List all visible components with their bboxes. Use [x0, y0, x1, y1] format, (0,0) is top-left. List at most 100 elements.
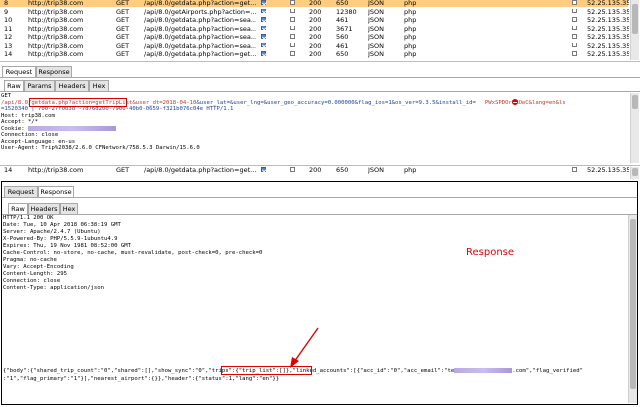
row-number: 9	[4, 8, 9, 16]
table-row[interactable]: 13 http://trip38.com GET/api/8.0/getdata.p…	[0, 42, 629, 50]
row-status: 200	[309, 25, 322, 33]
unchecked-icon	[572, 0, 577, 5]
row-host: http://trip38.com	[28, 51, 84, 58]
edited-checkbox[interactable]	[290, 34, 298, 41]
edited-checkbox[interactable]	[290, 42, 298, 50]
row-mime: JSON	[368, 8, 385, 16]
unchecked-icon	[290, 167, 295, 172]
params-checkbox[interactable]	[261, 25, 269, 33]
checked-icon	[261, 17, 266, 22]
params-checkbox[interactable]	[261, 51, 269, 58]
row-mime: JSON	[368, 34, 385, 41]
row-host: http://trip38.com	[28, 17, 84, 24]
row-url: /api/8.0/getdata.php?action=sea...	[144, 42, 256, 50]
row-extension: php	[404, 167, 417, 174]
cookies-checkbox[interactable]	[572, 17, 580, 24]
cookies-checkbox[interactable]	[572, 0, 580, 7]
row-status: 200	[309, 17, 322, 24]
cookies-checkbox[interactable]	[572, 34, 580, 41]
row-ip: 52.25.135.35	[587, 25, 629, 33]
unchecked-icon	[290, 0, 295, 5]
history-scrollbar-top[interactable]	[630, 0, 639, 60]
highlight-gettriplist	[29, 98, 127, 107]
edited-checkbox[interactable]	[290, 17, 298, 24]
redacted-email	[454, 368, 513, 373]
unchecked-icon	[572, 42, 577, 47]
table-row[interactable]: 10 http://trip38.com GET/api/8.0/getdata.p…	[0, 17, 629, 24]
edited-checkbox[interactable]	[290, 0, 298, 7]
edited-checkbox[interactable]	[290, 51, 298, 58]
table-row[interactable]: 14 http://trip38.com GET/api/8.0/getdata.p…	[0, 51, 629, 58]
params-checkbox[interactable]	[261, 34, 269, 41]
row-number: 14	[4, 167, 13, 174]
response-header-pragma: Pragma: no-cache	[3, 257, 57, 263]
row-ip: 52.25.135.35	[587, 8, 629, 16]
unchecked-icon	[290, 25, 295, 30]
cookies-checkbox[interactable]	[572, 25, 580, 33]
row-host: http://trip38.com	[28, 0, 84, 7]
row-method: GET	[116, 17, 130, 24]
edited-checkbox[interactable]	[290, 25, 298, 33]
row-url: /api/8.0/getdata.php?action=get...	[144, 0, 256, 7]
row-url: /api/8.0/getAirports.php?action=...	[144, 8, 256, 16]
params-checkbox[interactable]	[261, 8, 269, 16]
row-length: 650	[336, 167, 349, 174]
row-ip: 52.25.135.35	[587, 17, 629, 24]
checked-icon	[261, 167, 266, 172]
row-mime: JSON	[368, 0, 385, 7]
row-mime: JSON	[368, 167, 385, 174]
params-checkbox[interactable]	[261, 17, 269, 24]
row-mime: JSON	[368, 51, 385, 58]
row-number: 12	[4, 34, 13, 41]
unchecked-icon	[572, 167, 577, 172]
unchecked-icon	[290, 51, 295, 56]
table-row[interactable]: 8 http://trip38.com GET/api/8.0/getdata.ph…	[0, 0, 629, 7]
row-url: /api/8.0/getdata.php?action=get...	[144, 51, 256, 58]
row-number: 10	[4, 17, 13, 24]
history-scrollbar-mid[interactable]	[630, 167, 639, 179]
table-row[interactable]: 9 http://trip38.com GET/api/8.0/getAirport…	[0, 8, 629, 16]
row-host: http://trip38.com	[28, 34, 84, 41]
cookies-checkbox[interactable]	[572, 51, 580, 58]
checked-icon	[261, 25, 266, 30]
request-scrollbar[interactable]	[630, 93, 639, 163]
edited-checkbox[interactable]	[290, 8, 298, 16]
row-extension: php	[404, 34, 417, 41]
response-header-server: Server: Apache/2.4.7 (Ubuntu)	[3, 229, 101, 235]
row-url: /api/8.0/getdata.php?action=sea...	[144, 34, 256, 41]
row-status: 200	[309, 34, 322, 41]
response-scrollbar[interactable]	[628, 215, 637, 403]
params-checkbox[interactable]	[261, 167, 269, 174]
unchecked-icon	[572, 34, 577, 39]
row-host: http://trip38.com	[28, 25, 84, 33]
table-row[interactable]: 14 http://trip38.com GET/api/8.0/getdata.p…	[0, 167, 629, 174]
row-extension: php	[404, 17, 417, 24]
response-raw-editor[interactable]: HTTP/1.1 200 OK Date: Tue, 10 Apr 2018 0…	[0, 215, 640, 405]
unchecked-icon	[290, 34, 295, 39]
table-row[interactable]: 12 http://trip38.com GET/api/8.0/getdata.p…	[0, 34, 629, 41]
response-header-cachecontrol: Cache-Control: no-store, no-cache, must-…	[3, 250, 263, 256]
request-header-useragent: User-Agent: Trip%2038/2.6.0 CFNetwork/75…	[1, 145, 200, 151]
unchecked-icon	[290, 8, 295, 13]
unchecked-icon	[290, 42, 295, 47]
annotation-response-label: Response	[466, 247, 515, 258]
row-extension: php	[404, 42, 417, 50]
params-checkbox[interactable]	[261, 42, 269, 50]
table-row[interactable]: 11 http://trip38.com GET/api/8.0/getdata.p…	[0, 25, 629, 33]
params-checkbox[interactable]	[261, 0, 269, 7]
row-host: http://trip38.com	[28, 8, 84, 16]
row-method: GET	[116, 25, 130, 33]
history-table-mid: 14 http://trip38.com GET/api/8.0/getdata.p…	[0, 167, 640, 177]
row-extension: php	[404, 51, 417, 58]
response-header-date: Date: Tue, 10 Apr 2018 06:38:19 GMT	[3, 222, 121, 228]
cookies-checkbox[interactable]	[572, 42, 580, 50]
checked-icon	[261, 34, 266, 39]
row-method: GET	[116, 0, 130, 7]
response-header-contentlength: Content-Length: 295	[3, 271, 67, 277]
unchecked-icon	[572, 51, 577, 56]
cookies-checkbox[interactable]	[572, 8, 580, 16]
row-extension: php	[404, 0, 417, 7]
cookies-checkbox[interactable]	[572, 167, 580, 174]
row-mime: JSON	[368, 42, 385, 50]
edited-checkbox[interactable]	[290, 167, 298, 174]
